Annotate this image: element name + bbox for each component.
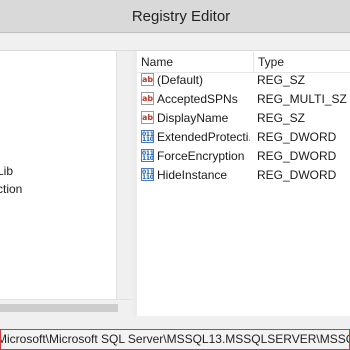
tree-item-lib[interactable]: Lib <box>0 162 13 180</box>
string-value-icon: ab <box>141 73 154 86</box>
column-header-type[interactable]: Type <box>254 52 350 72</box>
title-bar[interactable]: Registry Editor <box>0 0 350 32</box>
binary-value-icon: 011 110 <box>141 168 154 181</box>
value-type: REG_SZ <box>257 73 306 87</box>
value-type: REG_MULTI_SZ <box>257 92 347 106</box>
value-name: HideInstance <box>157 168 228 182</box>
value-type: REG_SZ <box>257 111 306 125</box>
value-name: AcceptedSPNs <box>157 92 238 106</box>
binary-value-icon: 011 110 <box>141 130 154 143</box>
key-tree-pane[interactable]: Lib ction <box>0 51 116 299</box>
status-bar: Microsoft\Microsoft SQL Server\MSSQL13.M… <box>0 329 350 350</box>
value-row[interactable]: ab AcceptedSPNs REG_MULTI_SZ <box>137 90 350 109</box>
value-row[interactable]: 011 110 HideInstance REG_DWORD <box>137 166 350 185</box>
tree-vertical-scrollbar[interactable] <box>116 51 133 299</box>
string-value-icon: ab <box>141 111 154 124</box>
value-name: DisplayName <box>157 111 229 125</box>
value-type: REG_DWORD <box>257 168 337 182</box>
value-name: ForceEncryption <box>157 149 245 163</box>
value-row[interactable]: 011 110 ExtendedProtecti... REG_DWORD <box>137 128 350 147</box>
status-gap <box>0 316 350 329</box>
menu-bar <box>0 33 350 50</box>
tree-horizontal-scroll-thumb[interactable] <box>0 304 118 312</box>
values-list-pane[interactable]: Name Type ab (Default) REG_SZ ab Accepte… <box>137 51 350 316</box>
window-title: Registry Editor <box>131 7 231 25</box>
value-type: REG_DWORD <box>257 149 337 163</box>
value-type: REG_DWORD <box>257 130 337 144</box>
status-path: Microsoft\Microsoft SQL Server\MSSQL13.M… <box>0 332 349 346</box>
string-value-icon: ab <box>141 92 154 105</box>
tree-horizontal-scrollbar[interactable] <box>0 299 133 316</box>
value-row[interactable]: ab DisplayName REG_SZ <box>137 109 350 128</box>
value-row[interactable]: ab (Default) REG_SZ <box>137 71 350 90</box>
binary-value-icon: 011 110 <box>141 149 154 162</box>
value-name: ExtendedProtecti... <box>157 130 250 144</box>
tree-item-connection[interactable]: ction <box>0 180 22 198</box>
value-name: (Default) <box>157 73 204 87</box>
value-row[interactable]: 011 110 ForceEncryption REG_DWORD <box>137 147 350 166</box>
column-header-name[interactable]: Name <box>137 52 253 72</box>
